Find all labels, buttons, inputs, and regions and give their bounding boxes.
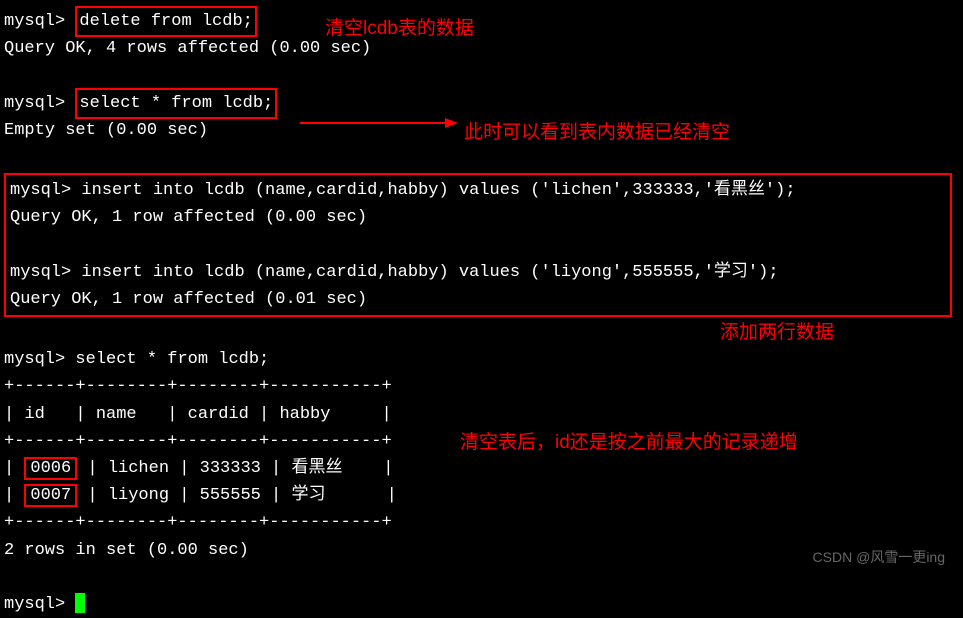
insert2-command: insert into lcdb (name,cardid,habby) val… (81, 263, 778, 282)
table-border-top: +------+--------+--------+-----------+ (4, 373, 959, 400)
table-row2: | 0007 | liyong | 555555 | 学习 | (4, 482, 959, 509)
delete-line: mysql> delete from lcdb; (4, 8, 959, 35)
row2-pre: | (4, 486, 24, 505)
cursor-icon (75, 593, 85, 613)
select1-command: select * from lcdb; (79, 94, 273, 113)
blank (10, 232, 946, 259)
annotation-4: 清空表后，id还是按之前最大的记录递增 (460, 428, 798, 458)
row1-pre: | (4, 459, 24, 478)
blank (4, 62, 959, 89)
row1-rest: | lichen | 333333 | 看黑丝 | (77, 459, 393, 478)
delete-command-box: delete from lcdb; (75, 6, 256, 37)
annotation-3: 添加两行数据 (720, 318, 834, 348)
insert-block-box: mysql> insert into lcdb (name,cardid,hab… (4, 173, 952, 317)
row2-rest: | liyong | 555555 | 学习 | (77, 486, 397, 505)
prompt: mysql> (4, 350, 75, 369)
delete-command: delete from lcdb; (79, 12, 252, 31)
insert1-result: Query OK, 1 row affected (0.00 sec) (10, 204, 946, 231)
prompt: mysql> (4, 12, 75, 31)
row1-id-box: 0006 (24, 457, 77, 480)
final-prompt-line[interactable]: mysql> (4, 591, 959, 618)
insert2-line: mysql> insert into lcdb (name,cardid,hab… (10, 259, 946, 286)
insert2-result: Query OK, 1 row affected (0.01 sec) (10, 286, 946, 313)
insert1-line: mysql> insert into lcdb (name,cardid,hab… (10, 177, 946, 204)
prompt: mysql> (4, 94, 75, 113)
arrow-icon (300, 108, 460, 138)
insert1-command: insert into lcdb (name,cardid,habby) val… (81, 181, 795, 200)
row1-id: 0006 (30, 459, 71, 478)
select2-line: mysql> select * from lcdb; (4, 346, 959, 373)
row2-id: 0007 (30, 486, 71, 505)
prompt: mysql> (10, 181, 81, 200)
annotation-2: 此时可以看到表内数据已经清空 (464, 118, 730, 148)
select2-command: select * from lcdb; (75, 350, 269, 369)
table-row1: | 0006 | lichen | 333333 | 看黑丝 | (4, 455, 959, 482)
select1-line: mysql> select * from lcdb; (4, 90, 959, 117)
select1-command-box: select * from lcdb; (75, 88, 277, 119)
table-header: | id | name | cardid | habby | (4, 401, 959, 428)
row2-id-box: 0007 (24, 484, 77, 507)
delete-result: Query OK, 4 rows affected (0.00 sec) (4, 35, 959, 62)
prompt: mysql> (4, 595, 75, 614)
prompt: mysql> (10, 263, 81, 282)
annotation-1: 清空lcdb表的数据 (325, 14, 474, 44)
watermark: CSDN @风雪一更ing (813, 546, 945, 568)
table-border-bot: +------+--------+--------+-----------+ (4, 509, 959, 536)
